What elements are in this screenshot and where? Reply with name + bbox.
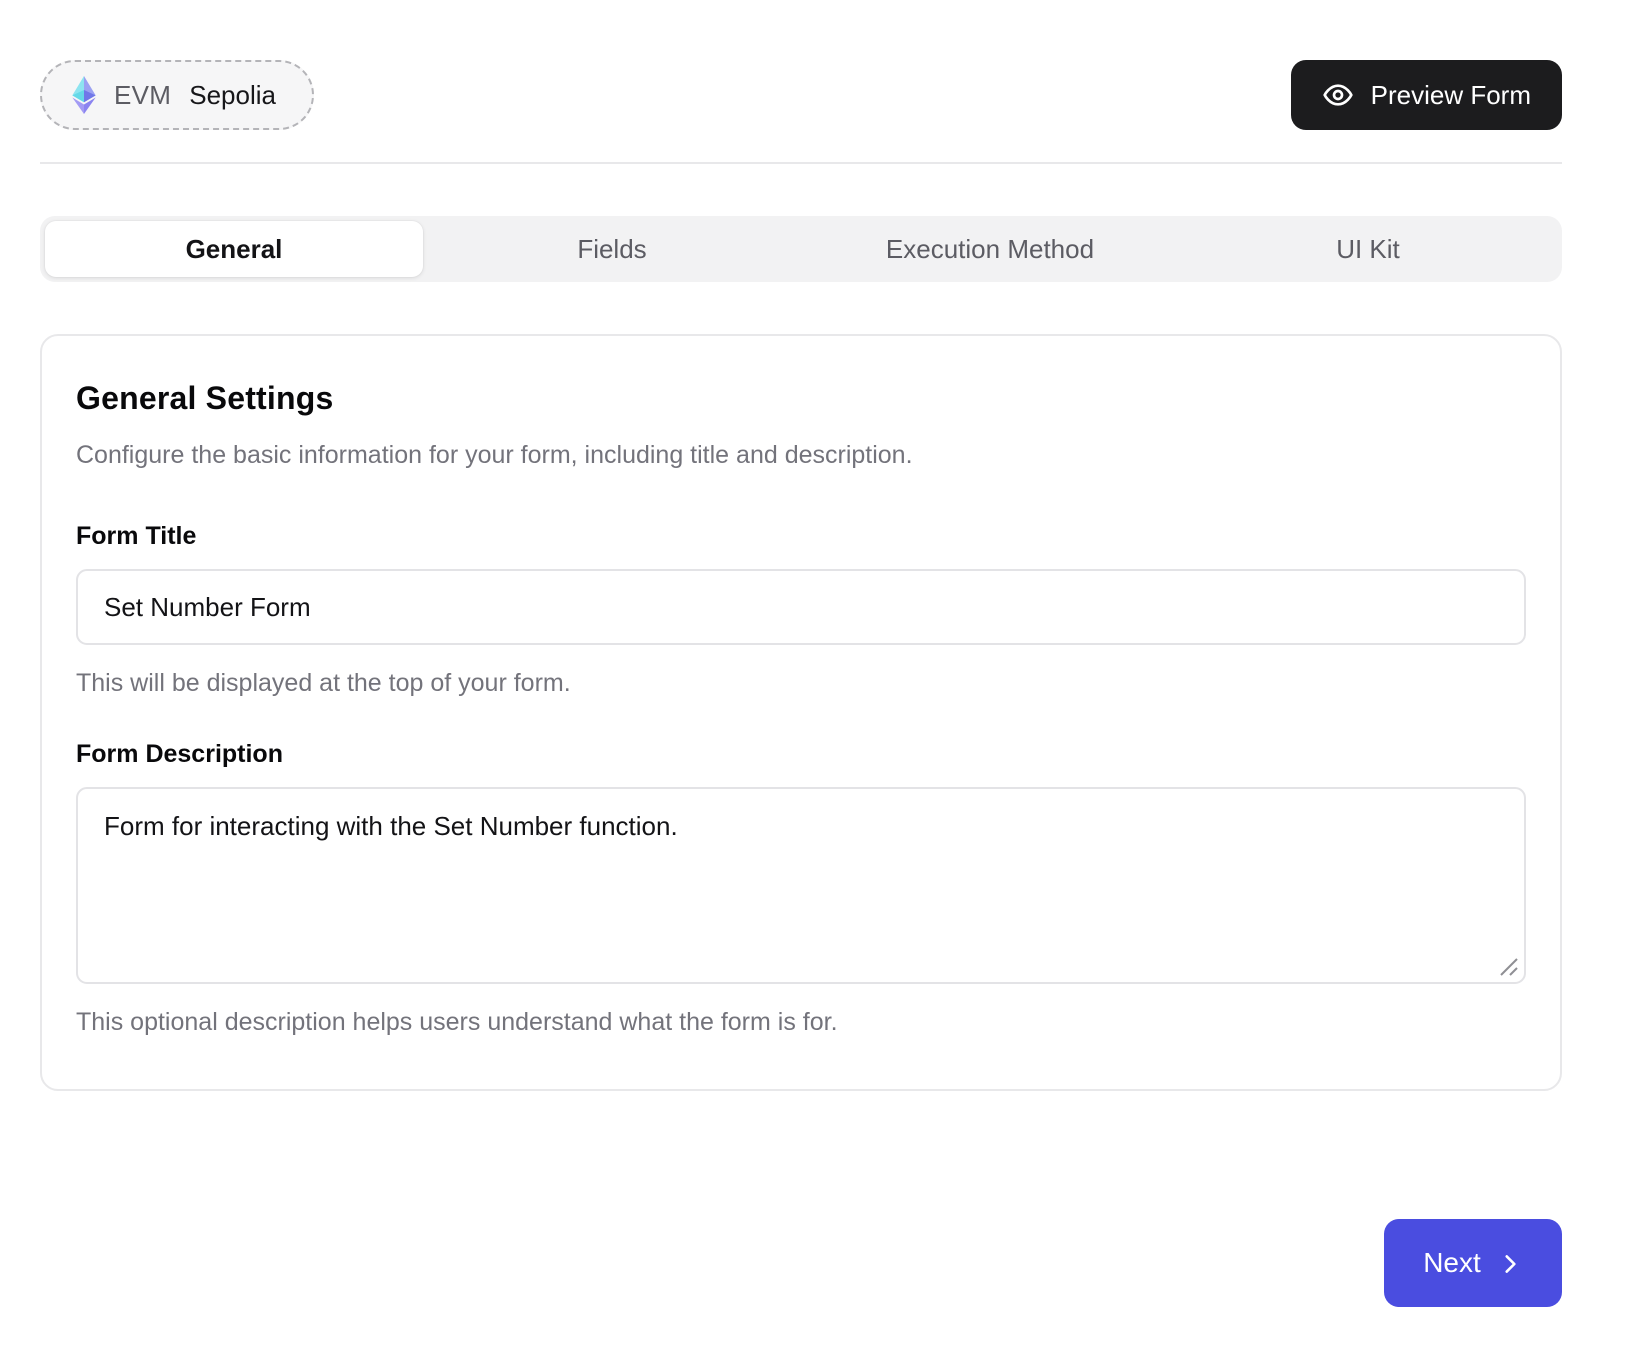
footer: Next bbox=[40, 1219, 1562, 1307]
eye-icon bbox=[1322, 79, 1354, 111]
network-platform-label: EVM bbox=[114, 80, 171, 111]
network-badge[interactable]: EVM Sepolia bbox=[40, 60, 314, 130]
form-title-helper: This will be displayed at the top of you… bbox=[76, 669, 1526, 698]
tab-fields[interactable]: Fields bbox=[423, 221, 801, 277]
form-description-wrap: Form for interacting with the Set Number… bbox=[76, 787, 1526, 984]
form-description-textarea[interactable]: Form for interacting with the Set Number… bbox=[76, 787, 1526, 984]
general-settings-card: General Settings Configure the basic inf… bbox=[40, 334, 1562, 1091]
resize-handle-icon[interactable] bbox=[1497, 955, 1519, 977]
header: EVM Sepolia Preview Form bbox=[40, 60, 1562, 130]
tab-general[interactable]: General bbox=[45, 221, 423, 277]
preview-form-button[interactable]: Preview Form bbox=[1291, 60, 1562, 130]
next-button-label: Next bbox=[1423, 1247, 1481, 1279]
page: EVM Sepolia Preview Form General Fields … bbox=[40, 0, 1562, 1307]
form-description-label: Form Description bbox=[76, 740, 1526, 769]
tab-ui-kit[interactable]: UI Kit bbox=[1179, 221, 1557, 277]
form-title-input[interactable] bbox=[76, 569, 1526, 645]
chevron-right-icon bbox=[1497, 1251, 1523, 1277]
card-title: General Settings bbox=[76, 380, 1526, 417]
ethereum-icon bbox=[72, 76, 96, 114]
header-divider bbox=[40, 162, 1562, 164]
form-description-helper: This optional description helps users un… bbox=[76, 1008, 1526, 1037]
network-name-label: Sepolia bbox=[189, 80, 276, 111]
tab-execution-method[interactable]: Execution Method bbox=[801, 221, 1179, 277]
preview-form-label: Preview Form bbox=[1371, 80, 1531, 111]
tab-bar: General Fields Execution Method UI Kit bbox=[40, 216, 1562, 282]
form-title-label: Form Title bbox=[76, 522, 1526, 551]
card-subtitle: Configure the basic information for your… bbox=[76, 441, 1526, 470]
next-button[interactable]: Next bbox=[1384, 1219, 1562, 1307]
